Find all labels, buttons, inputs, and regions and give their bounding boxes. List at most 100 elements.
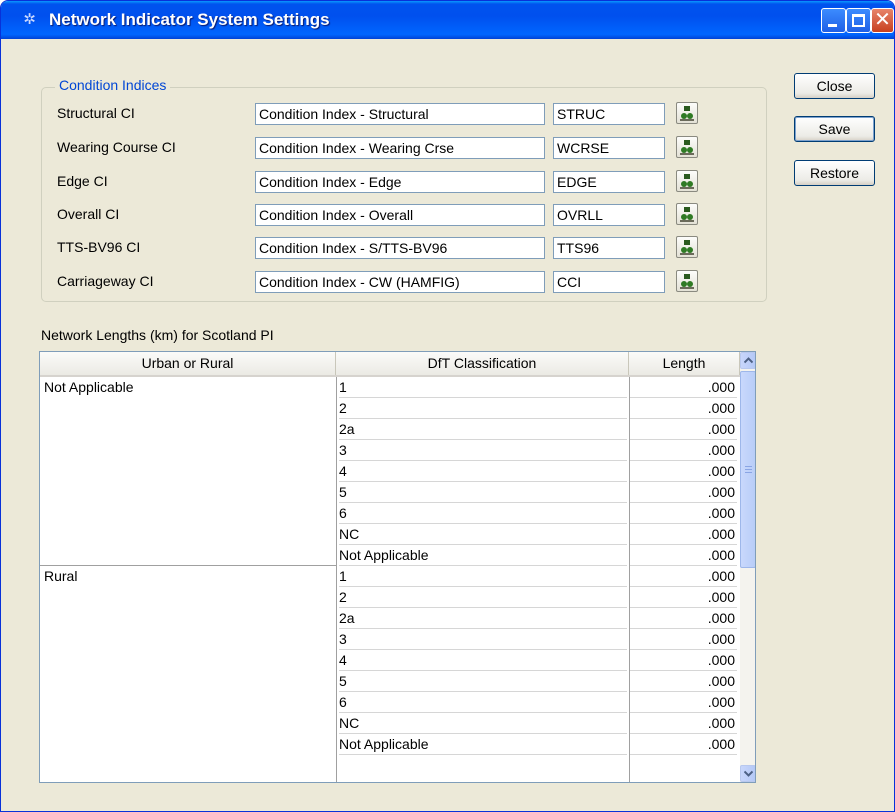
length-cell[interactable]: .000 <box>630 629 737 650</box>
table-row[interactable]: 4.000 <box>40 650 740 671</box>
length-cell[interactable]: .000 <box>630 713 737 734</box>
length-cell[interactable]: .000 <box>630 524 737 545</box>
overall-ci-label: Overall CI <box>57 206 120 222</box>
urban-or-rural-cell: Not Applicable <box>44 379 134 395</box>
length-cell[interactable]: .000 <box>630 734 737 755</box>
table-row[interactable]: 6.000 <box>40 692 740 713</box>
binoculars-icon <box>680 174 694 189</box>
length-cell[interactable]: .000 <box>630 398 737 419</box>
table-row[interactable]: Rural 1.000 <box>40 566 740 587</box>
gear-icon: ✲ <box>23 11 36 28</box>
dft-classification-cell: 3 <box>339 629 627 650</box>
structural-ci-label: Structural CI <box>57 105 135 121</box>
close-button[interactable]: Close <box>794 73 875 99</box>
network-lengths-grid: Urban or Rural DfT Classification Length… <box>39 351 756 783</box>
length-cell[interactable]: .000 <box>630 482 737 503</box>
grid-body: Not Applicable 1.000 2.000 2a .000 3.000 4.000… <box>40 377 740 782</box>
table-row[interactable]: 3.000 <box>40 629 740 650</box>
thumb-grip <box>745 466 752 467</box>
table-row[interactable]: 3.000 <box>40 440 740 461</box>
length-cell[interactable]: .000 <box>630 608 737 629</box>
length-cell[interactable]: .000 <box>630 650 737 671</box>
dft-classification-cell: 5 <box>339 482 627 503</box>
binoculars-icon <box>680 140 694 155</box>
grid-vertical-scrollbar[interactable] <box>740 352 755 782</box>
carriageway-ci-lookup-button[interactable] <box>676 270 698 292</box>
edge-ci-code-field[interactable]: EDGE <box>553 171 665 193</box>
chevron-up-icon <box>744 357 753 364</box>
tts-bv96-ci-lookup-button[interactable] <box>676 236 698 258</box>
binoculars-icon <box>680 106 694 121</box>
table-row[interactable]: 2a .000 <box>40 608 740 629</box>
length-cell[interactable]: .000 <box>630 671 737 692</box>
title-bar[interactable]: ✲ Network Indicator System Settings ✕ <box>1 1 894 39</box>
close-window-button[interactable]: ✕ <box>871 8 894 33</box>
window-title: Network Indicator System Settings <box>49 10 330 29</box>
table-row[interactable]: 5.000 <box>40 482 740 503</box>
dft-classification-cell: Not Applicable <box>339 734 627 755</box>
length-cell[interactable]: .000 <box>630 377 737 398</box>
carriageway-ci-description-field[interactable]: Condition Index - CW (HAMFIG) <box>255 271 545 293</box>
length-cell[interactable]: .000 <box>630 545 737 566</box>
carriageway-ci-label: Carriageway CI <box>57 273 154 289</box>
table-row[interactable]: Not Applicable 1.000 <box>40 377 740 398</box>
settings-window: ✲ Network Indicator System Settings ✕ Co… <box>0 0 895 812</box>
length-cell[interactable]: .000 <box>630 566 737 587</box>
close-icon: ✕ <box>874 9 891 31</box>
overall-ci-code-field[interactable]: OVRLL <box>553 204 665 226</box>
tts-bv96-ci-label: TTS-BV96 CI <box>57 239 141 255</box>
table-row[interactable]: 5.000 <box>40 671 740 692</box>
structural-ci-code-field[interactable]: STRUC <box>553 103 665 125</box>
length-cell[interactable]: .000 <box>630 587 737 608</box>
carriageway-ci-code-field[interactable]: CCI <box>553 271 665 293</box>
scroll-up-button[interactable] <box>740 352 755 369</box>
wearing-course-ci-description-field[interactable]: Condition Index - Wearing Crse <box>255 137 545 159</box>
tts-bv96-ci-description-field[interactable]: Condition Index - S/TTS-BV96 <box>255 237 545 259</box>
wearing-course-ci-label: Wearing Course CI <box>57 139 176 155</box>
binoculars-icon <box>680 240 694 255</box>
column-header-urban-or-rural[interactable]: Urban or Rural <box>40 352 336 375</box>
table-row[interactable]: 6.000 <box>40 503 740 524</box>
maximize-icon <box>852 14 865 27</box>
length-cell[interactable]: .000 <box>630 419 737 440</box>
column-header-dft-classification[interactable]: DfT Classification <box>336 352 629 375</box>
dft-classification-cell: 2 <box>339 587 627 608</box>
scroll-down-button[interactable] <box>740 765 755 782</box>
length-cell[interactable]: .000 <box>630 440 737 461</box>
table-row[interactable]: NC .000 <box>40 524 740 545</box>
table-row[interactable]: Not Applicable .000 <box>40 545 740 566</box>
table-row[interactable]: 2a .000 <box>40 419 740 440</box>
minimize-button[interactable] <box>821 8 846 33</box>
structural-ci-description-field[interactable]: Condition Index - Structural <box>255 103 545 125</box>
length-cell[interactable]: .000 <box>630 692 737 713</box>
dft-classification-cell: NC <box>339 524 627 545</box>
wearing-course-ci-lookup-button[interactable] <box>676 136 698 158</box>
restore-button[interactable]: Restore <box>794 160 875 186</box>
wearing-course-ci-code-field[interactable]: WCRSE <box>553 137 665 159</box>
edge-ci-description-field[interactable]: Condition Index - Edge <box>255 171 545 193</box>
structural-ci-lookup-button[interactable] <box>676 102 698 124</box>
grid-header: Urban or Rural DfT Classification Length <box>40 352 740 377</box>
column-header-length[interactable]: Length <box>629 352 740 375</box>
thumb-grip <box>745 469 752 470</box>
tts-bv96-ci-code-field[interactable]: TTS96 <box>553 237 665 259</box>
binoculars-icon <box>680 274 694 289</box>
table-row[interactable]: NC .000 <box>40 713 740 734</box>
overall-ci-description-field[interactable]: Condition Index - Overall <box>255 204 545 226</box>
length-cell[interactable]: .000 <box>630 461 737 482</box>
dft-classification-cell: 5 <box>339 671 627 692</box>
table-row[interactable]: Not Applicable .000 <box>40 734 740 755</box>
chevron-down-icon <box>744 770 753 777</box>
edge-ci-lookup-button[interactable] <box>676 170 698 192</box>
table-row[interactable]: 2.000 <box>40 398 740 419</box>
dft-classification-cell: 1 <box>339 566 627 587</box>
maximize-button[interactable] <box>846 8 871 33</box>
table-row[interactable]: 4.000 <box>40 461 740 482</box>
save-button[interactable]: Save <box>794 116 875 142</box>
scroll-thumb[interactable] <box>740 371 755 568</box>
length-cell[interactable]: .000 <box>630 503 737 524</box>
dft-classification-cell: 2 <box>339 398 627 419</box>
overall-ci-lookup-button[interactable] <box>676 203 698 225</box>
table-row[interactable]: 2.000 <box>40 587 740 608</box>
dft-classification-cell: 6 <box>339 503 627 524</box>
